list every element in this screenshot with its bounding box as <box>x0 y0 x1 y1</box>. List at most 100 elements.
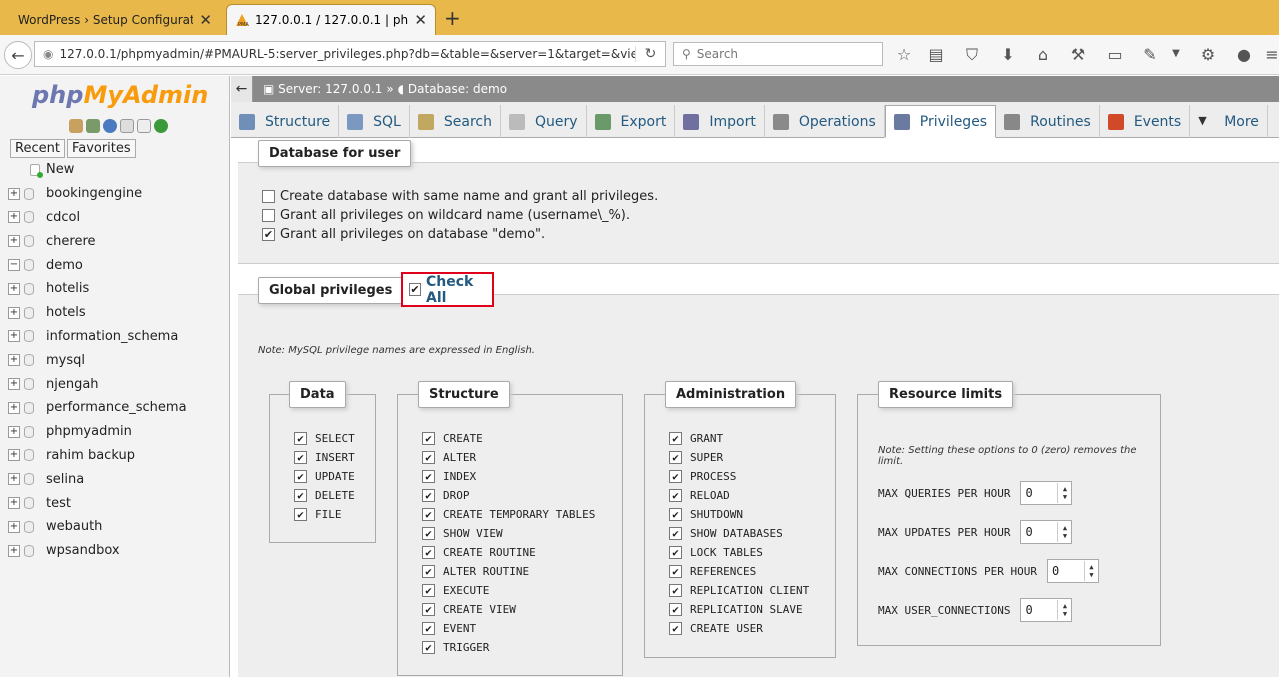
checkbox[interactable]: ✔ <box>422 432 435 445</box>
sidebar-item-webauth[interactable]: + webauth <box>8 515 187 539</box>
sidebar-item-hotelis[interactable]: + hotelis <box>8 277 187 301</box>
browser-tab-wordpress[interactable]: WordPress › Setup Configurati... ✕ <box>10 4 220 35</box>
expand-icon[interactable]: + <box>8 520 20 533</box>
checkbox[interactable]: ✔ <box>294 451 307 464</box>
expand-icon[interactable]: + <box>8 306 20 319</box>
checkbox[interactable]: ✔ <box>422 603 435 616</box>
privilege-create-routine[interactable]: ✔ CREATE ROUTINE <box>422 543 595 562</box>
checkbox[interactable]: ✔ <box>294 508 307 521</box>
checkbox[interactable]: ✔ <box>669 546 682 559</box>
tab-query[interactable]: Query <box>501 105 587 138</box>
checkbox[interactable]: ✔ <box>262 228 275 241</box>
sidebar-item-njengah[interactable]: + njengah <box>8 372 187 396</box>
phpmyadmin-logo[interactable]: phpMyAdmin <box>32 81 208 109</box>
expand-icon[interactable]: + <box>8 354 20 367</box>
checkbox[interactable]: ✔ <box>669 489 682 502</box>
checkbox[interactable]: ✔ <box>669 508 682 521</box>
privilege-references[interactable]: ✔ REFERENCES <box>669 562 809 581</box>
spinner-arrows-icon[interactable]: ▲ ▼ <box>1057 522 1071 542</box>
privilege-drop[interactable]: ✔ DROP <box>422 486 595 505</box>
sidebar-item-selina[interactable]: + selina <box>8 467 187 491</box>
privilege-trigger[interactable]: ✔ TRIGGER <box>422 638 595 657</box>
privilege-create[interactable]: ✔ CREATE <box>422 429 595 448</box>
tab-routines[interactable]: Routines <box>996 105 1100 138</box>
reload-icon[interactable]: ↻ <box>635 46 665 62</box>
logout-icon[interactable] <box>86 119 100 133</box>
privilege-super[interactable]: ✔ SUPER <box>669 448 809 467</box>
sidebar-item-cdcol[interactable]: + cdcol <box>8 206 187 230</box>
privilege-alter[interactable]: ✔ ALTER <box>422 448 595 467</box>
check-all-checkbox[interactable]: ✔ Check All <box>401 272 494 307</box>
checkbox[interactable]: ✔ <box>669 527 682 540</box>
checkbox[interactable]: ✔ <box>422 622 435 635</box>
expand-icon[interactable]: + <box>8 330 20 343</box>
tab-privileges[interactable]: Privileges <box>884 105 997 138</box>
sidebar-item-mysql[interactable]: + mysql <box>8 348 187 372</box>
download-icon[interactable]: ⬇ <box>998 45 1018 64</box>
home-icon[interactable] <box>69 119 83 133</box>
bookmark-star-icon[interactable]: ☆ <box>894 45 914 64</box>
extension-icon[interactable]: ● <box>1234 45 1254 64</box>
checkbox[interactable]: ✔ <box>669 622 682 635</box>
sidebar-item-test[interactable]: + test <box>8 491 187 515</box>
ruler-icon[interactable]: ▭ <box>1105 45 1125 64</box>
database-breadcrumb[interactable]: ◖ Database: demo <box>398 82 507 96</box>
tool-icon[interactable]: ⚒ <box>1068 45 1088 64</box>
grant-database-option[interactable]: ✔ Grant all privileges on database "demo"… <box>262 225 658 244</box>
expand-icon[interactable]: + <box>8 401 20 414</box>
tab-export[interactable]: Export <box>587 105 676 138</box>
sidebar-item-cherere[interactable]: + cherere <box>8 229 187 253</box>
expand-icon[interactable]: + <box>8 282 20 295</box>
expand-icon[interactable]: + <box>8 211 20 224</box>
recent-button[interactable]: Recent <box>10 139 65 158</box>
expand-icon[interactable]: + <box>8 497 20 510</box>
privilege-alter-routine[interactable]: ✔ ALTER ROUTINE <box>422 562 595 581</box>
sidebar-item-wpsandbox[interactable]: + wpsandbox <box>8 539 187 563</box>
checkbox[interactable]: ✔ <box>669 470 682 483</box>
help-icon[interactable] <box>103 119 117 133</box>
privilege-reload[interactable]: ✔ RELOAD <box>669 486 809 505</box>
privilege-execute[interactable]: ✔ EXECUTE <box>422 581 595 600</box>
sidebar-item-hotels[interactable]: + hotels <box>8 301 187 325</box>
expand-icon[interactable]: + <box>8 473 20 486</box>
create-db-same-name-option[interactable]: Create database with same name and grant… <box>262 187 658 206</box>
tab-structure[interactable]: Structure <box>231 105 340 138</box>
checkbox[interactable] <box>262 209 275 222</box>
gear-icon[interactable]: ⚙ <box>1198 45 1218 64</box>
server-breadcrumb[interactable]: ▣ Server: 127.0.0.1 <box>263 82 382 96</box>
checkbox[interactable]: ✔ <box>669 584 682 597</box>
expand-icon[interactable]: + <box>8 378 20 391</box>
new-tab-button[interactable]: + <box>444 6 461 30</box>
checkbox[interactable]: ✔ <box>669 565 682 578</box>
close-icon[interactable]: ✕ <box>414 11 427 29</box>
checkbox[interactable]: ✔ <box>422 527 435 540</box>
tab-events[interactable]: Events <box>1100 105 1191 138</box>
expand-icon[interactable]: + <box>8 187 20 200</box>
sidebar-item-rahim-backup[interactable]: + rahim backup <box>8 444 187 468</box>
checkbox[interactable]: ✔ <box>294 470 307 483</box>
checkbox[interactable] <box>262 190 275 203</box>
checkbox[interactable]: ✔ <box>294 432 307 445</box>
privilege-grant[interactable]: ✔ GRANT <box>669 429 809 448</box>
privilege-insert[interactable]: ✔ INSERT <box>294 448 355 467</box>
expand-icon[interactable]: + <box>8 449 20 462</box>
checkbox[interactable]: ✔ <box>669 451 682 464</box>
privilege-replication-slave[interactable]: ✔ REPLICATION SLAVE <box>669 600 809 619</box>
privilege-create-view[interactable]: ✔ CREATE VIEW <box>422 600 595 619</box>
privilege-index[interactable]: ✔ INDEX <box>422 467 595 486</box>
checkbox[interactable]: ✔ <box>422 546 435 559</box>
checkbox[interactable]: ✔ <box>422 489 435 502</box>
privilege-shutdown[interactable]: ✔ SHUTDOWN <box>669 505 809 524</box>
eyedropper-icon[interactable]: ✎ <box>1140 45 1160 64</box>
expand-icon[interactable]: + <box>8 544 20 557</box>
browser-tab-phpmyadmin[interactable]: PMA 127.0.0.1 / 127.0.0.1 | php... ✕ <box>226 4 436 35</box>
reading-list-icon[interactable]: ▤ <box>926 45 946 64</box>
limit-number-input[interactable]: 0 ▲ ▼ <box>1046 559 1099 583</box>
sidebar-item-phpmyadmin[interactable]: + phpmyadmin <box>8 420 187 444</box>
privilege-replication-client[interactable]: ✔ REPLICATION CLIENT <box>669 581 809 600</box>
privilege-lock-tables[interactable]: ✔ LOCK TABLES <box>669 543 809 562</box>
limit-number-input[interactable]: 0 ▲ ▼ <box>1020 598 1073 622</box>
tab-more[interactable]: ▼ More <box>1190 105 1268 138</box>
sidebar-item-bookingengine[interactable]: + bookingengine <box>8 182 187 206</box>
privilege-show-databases[interactable]: ✔ SHOW DATABASES <box>669 524 809 543</box>
